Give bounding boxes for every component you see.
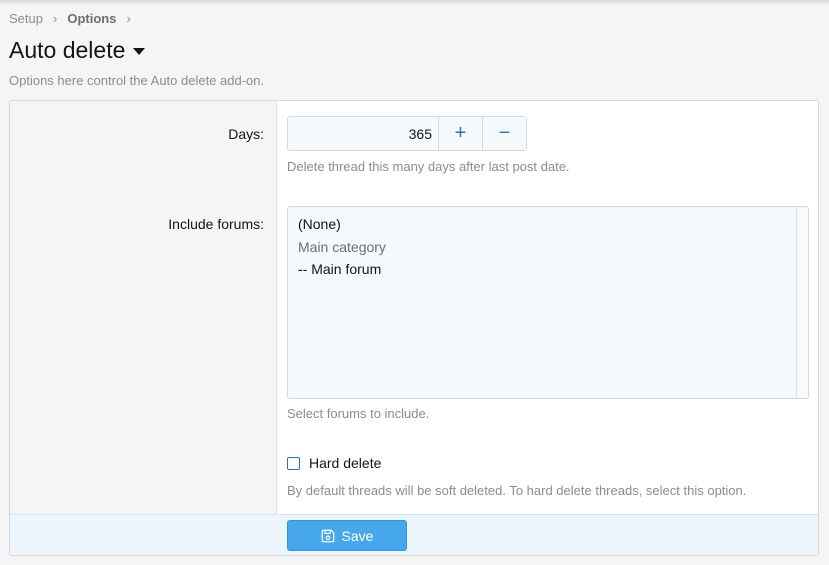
page-description: Options here control the Auto delete add… [9, 73, 265, 88]
decrement-button[interactable]: − [482, 117, 526, 150]
floppy-disk-icon [321, 529, 334, 542]
forum-option-none[interactable]: (None) [298, 215, 798, 238]
include-forums-hint: Select forums to include. [287, 406, 430, 421]
days-input[interactable] [288, 117, 438, 150]
top-shadow [0, 0, 829, 6]
breadcrumb: Setup › Options › [9, 11, 141, 26]
increment-button[interactable]: + [438, 117, 482, 150]
breadcrumb-separator: › [126, 11, 131, 26]
include-forums-listbox[interactable]: (None) Main category -- Main forum [287, 206, 809, 399]
breadcrumb-options[interactable]: Options [67, 11, 116, 26]
title-row: Auto delete [9, 37, 146, 64]
listbox-scrollbar[interactable] [796, 207, 808, 398]
caret-down-icon[interactable] [133, 48, 146, 55]
breadcrumb-separator: › [52, 11, 58, 26]
form-footer: Save [10, 514, 818, 555]
days-label: Days: [228, 126, 264, 142]
options-panel: Days: Include forums: + − Delete thread … [9, 100, 819, 556]
days-stepper: + − [287, 116, 527, 151]
forum-option-main-category: Main category [298, 238, 386, 255]
label-column: Days: Include forums: [10, 101, 277, 514]
hard-delete-hint: By default threads will be soft deleted.… [287, 483, 747, 498]
page-title: Auto delete [9, 37, 126, 63]
include-forums-label: Include forums: [168, 216, 264, 232]
save-label: Save [341, 527, 374, 544]
hard-delete-checkbox[interactable] [287, 456, 300, 470]
forum-option-main-forum[interactable]: -- Main forum [298, 260, 798, 283]
hard-delete-label[interactable]: Hard delete [309, 455, 381, 471]
save-button[interactable]: Save [287, 520, 407, 551]
breadcrumb-setup[interactable]: Setup [9, 11, 43, 26]
hard-delete-row: Hard delete [287, 455, 381, 471]
days-hint: Delete thread this many days after last … [287, 159, 570, 174]
